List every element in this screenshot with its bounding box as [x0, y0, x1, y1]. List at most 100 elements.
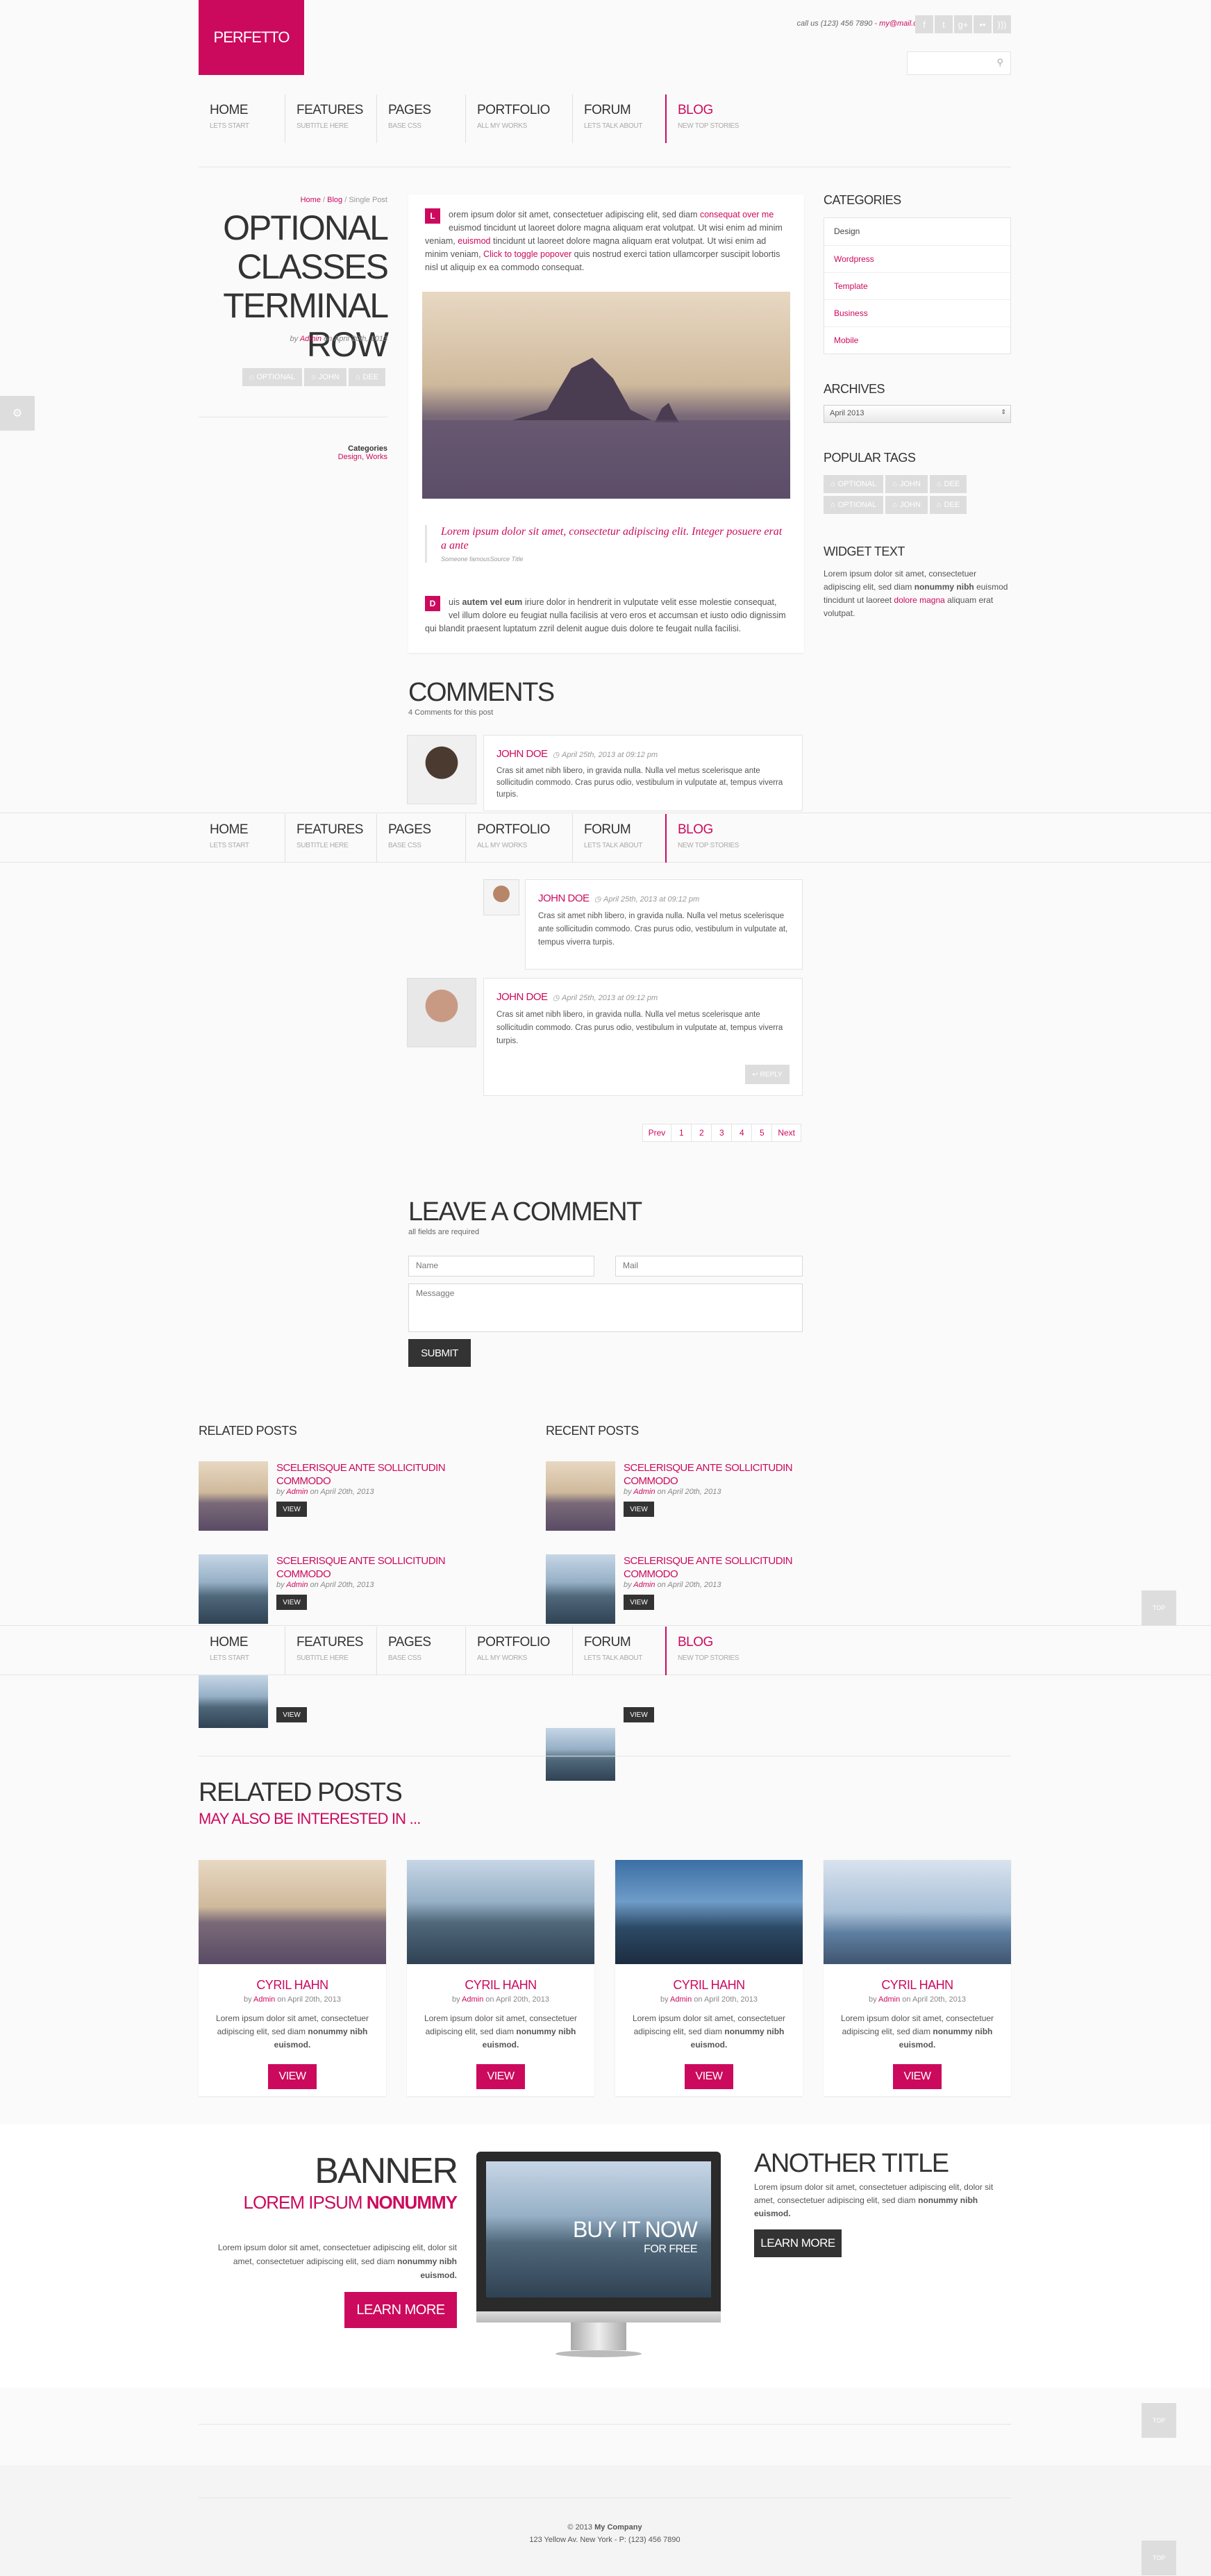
popover-link[interactable]: Click to toggle popover — [483, 249, 571, 259]
post-title-link[interactable]: SCELERISQUE ANTE SOLLICITUDIN COMMODO — [276, 1461, 456, 1488]
breadcrumb-home[interactable]: Home — [301, 196, 321, 204]
submit-button[interactable]: SUBMIT — [408, 1339, 471, 1367]
author-link[interactable]: Admin — [286, 1488, 308, 1496]
back-to-top-button[interactable]: TOP — [1142, 1590, 1176, 1625]
author-link[interactable]: Admin — [300, 335, 321, 343]
flickr-icon[interactable]: •• — [974, 15, 992, 33]
post-title-link[interactable]: SCELERISQUE ANTE SOLLICITUDIN COMMODO — [624, 1461, 803, 1488]
page-link[interactable]: 1 — [671, 1124, 692, 1142]
author-link[interactable]: Admin — [286, 1581, 308, 1589]
thumb-image[interactable] — [199, 1461, 268, 1531]
category-link[interactable]: Wordpress — [824, 245, 1010, 272]
nav-item-blog[interactable]: BLOG NEW TOP STORIES — [665, 1627, 804, 1675]
categories-links[interactable]: Design, Works — [338, 453, 387, 461]
nav-item-features[interactable]: FEATURES SUBTITLE HERE — [285, 94, 376, 143]
learn-more-button[interactable]: LEARN MORE — [344, 2292, 457, 2328]
view-button[interactable]: VIEW — [685, 2064, 733, 2089]
card-image[interactable] — [199, 1860, 386, 1964]
post-title-link[interactable]: SCELERISQUE ANTE SOLLICITUDIN COMMODO — [276, 1554, 456, 1581]
twitter-icon[interactable]: t — [935, 15, 953, 33]
category-link[interactable]: Mobile — [824, 326, 1010, 354]
nav-item-features[interactable]: FEATURES SUBTITLE HERE — [285, 1627, 376, 1675]
message-field[interactable]: Messagge — [408, 1283, 803, 1332]
page-link[interactable]: Next — [771, 1124, 801, 1142]
author-link[interactable]: Admin — [462, 1995, 483, 2004]
googleplus-icon[interactable]: g+ — [954, 15, 972, 33]
thumb-image[interactable] — [199, 1554, 268, 1624]
comment-author[interactable]: JOHN DOE — [496, 991, 548, 1003]
tag-link[interactable]: ⌂ DEE — [929, 475, 967, 493]
gear-icon[interactable]: ⚙ — [0, 396, 35, 431]
author-link[interactable]: Admin — [253, 1995, 275, 2004]
comment-author[interactable]: JOHN DOE — [538, 892, 590, 904]
nav-item-forum[interactable]: FORUM LETS TALK ABOUT — [572, 94, 665, 143]
nav-item-home[interactable]: HOME LETS START — [199, 94, 285, 143]
view-button[interactable]: VIEW — [624, 1707, 654, 1722]
author-link[interactable]: Admin — [878, 1995, 900, 2004]
tag-link[interactable]: ⌂ JOHN — [885, 496, 928, 514]
tag-link[interactable]: ⌂ OPTIONAL — [824, 496, 884, 514]
category-link[interactable]: Template — [824, 272, 1010, 299]
card-title-link[interactable]: CYRIL HAHN — [824, 1978, 1011, 1993]
another-learn-more-button[interactable]: LEARN MORE — [754, 2229, 842, 2257]
inline-link[interactable]: euismod — [458, 236, 490, 246]
thumb-image[interactable] — [546, 1554, 615, 1624]
tag-link[interactable]: ⌂ JOHN — [885, 475, 928, 493]
page-link[interactable]: 5 — [751, 1124, 773, 1142]
thumb-image[interactable] — [546, 1461, 615, 1531]
card-image[interactable] — [407, 1860, 594, 1964]
view-button[interactable]: VIEW — [476, 2064, 525, 2089]
logo[interactable]: PERFETTO — [199, 0, 304, 75]
page-link[interactable]: 3 — [711, 1124, 733, 1142]
nav-item-portfolio[interactable]: PORTFOLIO ALL MY WORKS — [465, 94, 572, 143]
nav-item-home[interactable]: HOME LETS START — [199, 1627, 285, 1675]
back-to-top-button[interactable]: TOP — [1142, 2541, 1176, 2575]
nav-item-portfolio[interactable]: PORTFOLIO ALL MY WORKS — [465, 814, 572, 863]
card-title-link[interactable]: CYRIL HAHN — [199, 1978, 386, 1993]
rss-icon[interactable]: ))) — [993, 15, 1011, 33]
mail-field[interactable]: Mail — [615, 1256, 803, 1277]
inline-link[interactable]: consequat over me — [700, 210, 774, 219]
page-link[interactable]: 4 — [731, 1124, 753, 1142]
author-link[interactable]: Admin — [670, 1995, 692, 2004]
nav-item-pages[interactable]: PAGES BASE CSS — [376, 814, 465, 863]
page-link[interactable]: 2 — [691, 1124, 712, 1142]
nav-item-blog[interactable]: BLOG NEW TOP STORIES — [665, 814, 804, 863]
archive-select[interactable]: April 2013 ⇕ — [824, 405, 1011, 423]
card-title-link[interactable]: CYRIL HAHN — [615, 1978, 803, 1993]
tag-link[interactable]: ⌂ DEE — [929, 496, 967, 514]
nav-item-forum[interactable]: FORUM LETS TALK ABOUT — [572, 1627, 665, 1675]
tag-link[interactable]: ⌂ OPTIONAL — [824, 475, 884, 493]
nav-item-blog[interactable]: BLOG NEW TOP STORIES — [665, 94, 804, 143]
category-link[interactable]: Business — [824, 299, 1010, 326]
author-link[interactable]: Admin — [633, 1488, 655, 1496]
view-button[interactable]: VIEW — [624, 1502, 654, 1517]
search-input[interactable]: ⚲ — [907, 51, 1011, 75]
view-button[interactable]: VIEW — [276, 1595, 307, 1610]
thumb-image[interactable] — [199, 1675, 268, 1728]
nav-item-home[interactable]: HOME LETS START — [199, 814, 285, 863]
back-to-top-button[interactable]: TOP — [1142, 2403, 1176, 2438]
tag-link[interactable]: ⌂ OPTIONAL — [242, 368, 303, 386]
breadcrumb-blog[interactable]: Blog — [327, 196, 342, 204]
page-link[interactable]: Prev — [642, 1124, 672, 1142]
view-button[interactable]: VIEW — [624, 1595, 654, 1610]
card-title-link[interactable]: CYRIL HAHN — [407, 1978, 594, 1993]
card-image[interactable] — [824, 1860, 1011, 1964]
monitor-screen[interactable]: BUY IT NOW FOR FREE — [486, 2161, 711, 2297]
tag-link[interactable]: ⌂ DEE — [348, 368, 385, 386]
name-field[interactable]: Name — [408, 1256, 594, 1277]
inline-link[interactable]: dolore magna — [894, 595, 944, 605]
comment-author[interactable]: JOHN DOE — [496, 748, 548, 760]
nav-item-features[interactable]: FEATURES SUBTITLE HERE — [285, 814, 376, 863]
nav-item-forum[interactable]: FORUM LETS TALK ABOUT — [572, 814, 665, 863]
view-button[interactable]: VIEW — [276, 1502, 307, 1517]
reply-button[interactable]: ↩ REPLY — [745, 1065, 790, 1084]
view-button[interactable]: VIEW — [893, 2064, 942, 2089]
nav-item-pages[interactable]: PAGES BASE CSS — [376, 1627, 465, 1675]
nav-item-pages[interactable]: PAGES BASE CSS — [376, 94, 465, 143]
thumb-image[interactable] — [546, 1728, 615, 1781]
view-button[interactable]: VIEW — [276, 1707, 307, 1722]
post-title-link[interactable]: SCELERISQUE ANTE SOLLICITUDIN COMMODO — [624, 1554, 803, 1581]
tag-link[interactable]: ⌂ JOHN — [304, 368, 346, 386]
